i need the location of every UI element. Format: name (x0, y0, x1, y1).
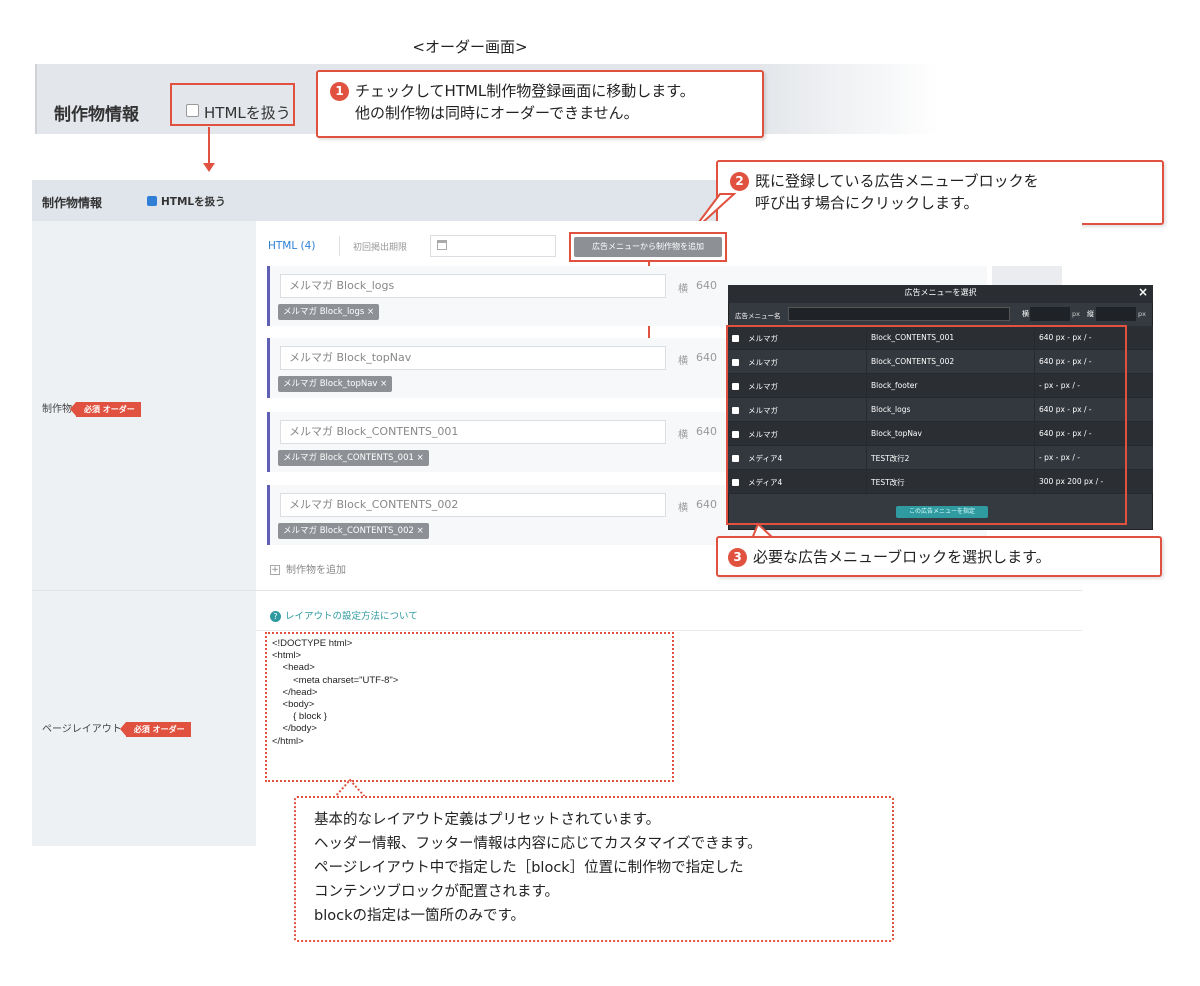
callout-2-line1: 既に登録している広告メニューブロックを (755, 172, 1039, 190)
width-value: 640 (696, 351, 717, 364)
modal-height-label: 縦 (1087, 310, 1094, 318)
first-date-input[interactable] (430, 235, 556, 257)
width-value: 640 (696, 498, 717, 511)
products-row-label: 制作物 必須 オーダー (42, 400, 141, 417)
tab-divider (339, 236, 340, 256)
width-label: 横 (678, 284, 688, 295)
callout-4-line4: コンテンツブロックが配置されます。 (314, 884, 560, 900)
layout-divider (256, 630, 1082, 631)
block-name-input[interactable]: メルマガ Block_CONTENTS_001 (280, 420, 666, 444)
block-tag-text: メルマガ Block_CONTENTS_002 (283, 526, 414, 536)
callout-2: 2 既に登録している広告メニューブロックを 呼び出す場合にクリックします。 (716, 160, 1164, 225)
block-tag[interactable]: メルマガ Block_CONTENTS_002 × (278, 523, 429, 539)
products-label: 制作物 (42, 404, 72, 415)
modal-width-input[interactable] (1030, 307, 1070, 321)
html-checkbox-checked-label[interactable]: HTMLを扱う (161, 194, 226, 209)
callout-1-line1: チェックしてHTML制作物登録画面に移動します。 (355, 82, 695, 100)
callout-4-line2: ヘッダー情報、フッター情報は内容に応じてカスタマイズできます。 (314, 836, 762, 852)
step-number-2: 2 (730, 172, 749, 191)
callout-4: 基本的なレイアウト定義はプリセットされています。 ヘッダー情報、フッター情報は内… (294, 796, 894, 942)
close-icon[interactable]: × (1138, 285, 1148, 299)
html-checkbox-unchecked[interactable] (186, 104, 199, 117)
callout-4-line5: blockの指定は一箇所のみです。 (314, 908, 526, 924)
modal-height-input[interactable] (1096, 307, 1136, 321)
layout-code-text: <!DOCTYPE html> <html> <head> <meta char… (272, 638, 399, 747)
add-from-menu-button[interactable]: 広告メニューから制作物を追加 (574, 237, 722, 257)
width-label: 横 (678, 356, 688, 367)
arrow-down-line (208, 127, 210, 165)
page-title: <オーダー画面> (412, 38, 528, 56)
layout-help-link[interactable]: ? レイアウトの設定方法について (270, 608, 418, 622)
form-section-title: 制作物情報 (42, 196, 103, 210)
layout-row-label: ページレイアウト 必須 オーダー (42, 720, 191, 737)
callout-2-line2: 呼び出す場合にクリックします。 (755, 194, 979, 212)
first-date-label: 初回掲出期限 (353, 243, 408, 253)
width-value: 640 (696, 425, 717, 438)
block-name-input[interactable]: メルマガ Block_logs (280, 274, 666, 298)
callout-4-line1: 基本的なレイアウト定義はプリセットされています。 (314, 812, 661, 828)
html-checkbox-checked[interactable] (147, 196, 157, 206)
add-product-label: 制作物を追加 (286, 565, 346, 576)
plus-icon: + (270, 565, 280, 575)
block-tag[interactable]: メルマガ Block_topNav × (278, 376, 393, 392)
block-tag[interactable]: メルマガ Block_logs × (278, 304, 380, 320)
add-product-link[interactable]: + 制作物を追加 (270, 561, 346, 576)
step-number-3: 3 (728, 548, 747, 567)
tab-html[interactable]: HTML (4) (268, 240, 315, 252)
width-value: 640 (696, 279, 717, 292)
callout-3-line1: 必要な広告メニューブロックを選択します。 (753, 548, 1051, 566)
callout-1-line2: 他の制作物は同時にオーダーできません。 (355, 104, 639, 122)
block-name-input[interactable]: メルマガ Block_topNav (280, 346, 666, 370)
modal-width-label: 横 (1022, 310, 1029, 318)
modal-width-unit: px (1072, 310, 1080, 318)
help-icon: ? (270, 611, 281, 622)
block-tag[interactable]: メルマガ Block_CONTENTS_001 × (278, 450, 429, 466)
width-label: 横 (678, 430, 688, 441)
form-label-column (32, 221, 256, 846)
block-name-input[interactable]: メルマガ Block_CONTENTS_002 (280, 493, 666, 517)
step-number-1: 1 (330, 82, 349, 101)
callout-4-line3: ページレイアウト中で指定した［block］位置に制作物で指定した (314, 860, 744, 876)
block-tag-text: メルマガ Block_CONTENTS_001 (283, 453, 414, 463)
row-separator (32, 590, 1082, 591)
modal-title: 広告メニューを選択 (904, 288, 977, 297)
strip-left-border (35, 64, 37, 134)
layout-help-text: レイアウトの設定方法について (285, 611, 418, 622)
required-badge: 必須 オーダー (119, 722, 191, 737)
block-tag-text: メルマガ Block_logs (283, 307, 365, 317)
top-section-title: 制作物情報 (54, 105, 139, 125)
required-badge: 必須 オーダー (70, 402, 141, 417)
html-checkbox-label[interactable]: HTMLを扱う (204, 102, 291, 123)
modal-search-input[interactable] (788, 307, 1010, 321)
highlight-box-modal (726, 325, 1127, 525)
calendar-icon[interactable] (437, 240, 447, 250)
modal-search-label: 広告メニュー名 (735, 312, 781, 320)
width-label: 横 (678, 503, 688, 514)
callout-3: 3 必要な広告メニューブロックを選択します。 (716, 536, 1162, 577)
block-tag-text: メルマガ Block_topNav (283, 379, 378, 389)
modal-height-unit: px (1138, 310, 1146, 318)
callout-1: 1 チェックしてHTML制作物登録画面に移動します。 他の制作物は同時にオーダーで… (316, 70, 764, 138)
layout-label: ページレイアウト (42, 724, 122, 735)
arrow-down-head-icon (203, 163, 215, 172)
